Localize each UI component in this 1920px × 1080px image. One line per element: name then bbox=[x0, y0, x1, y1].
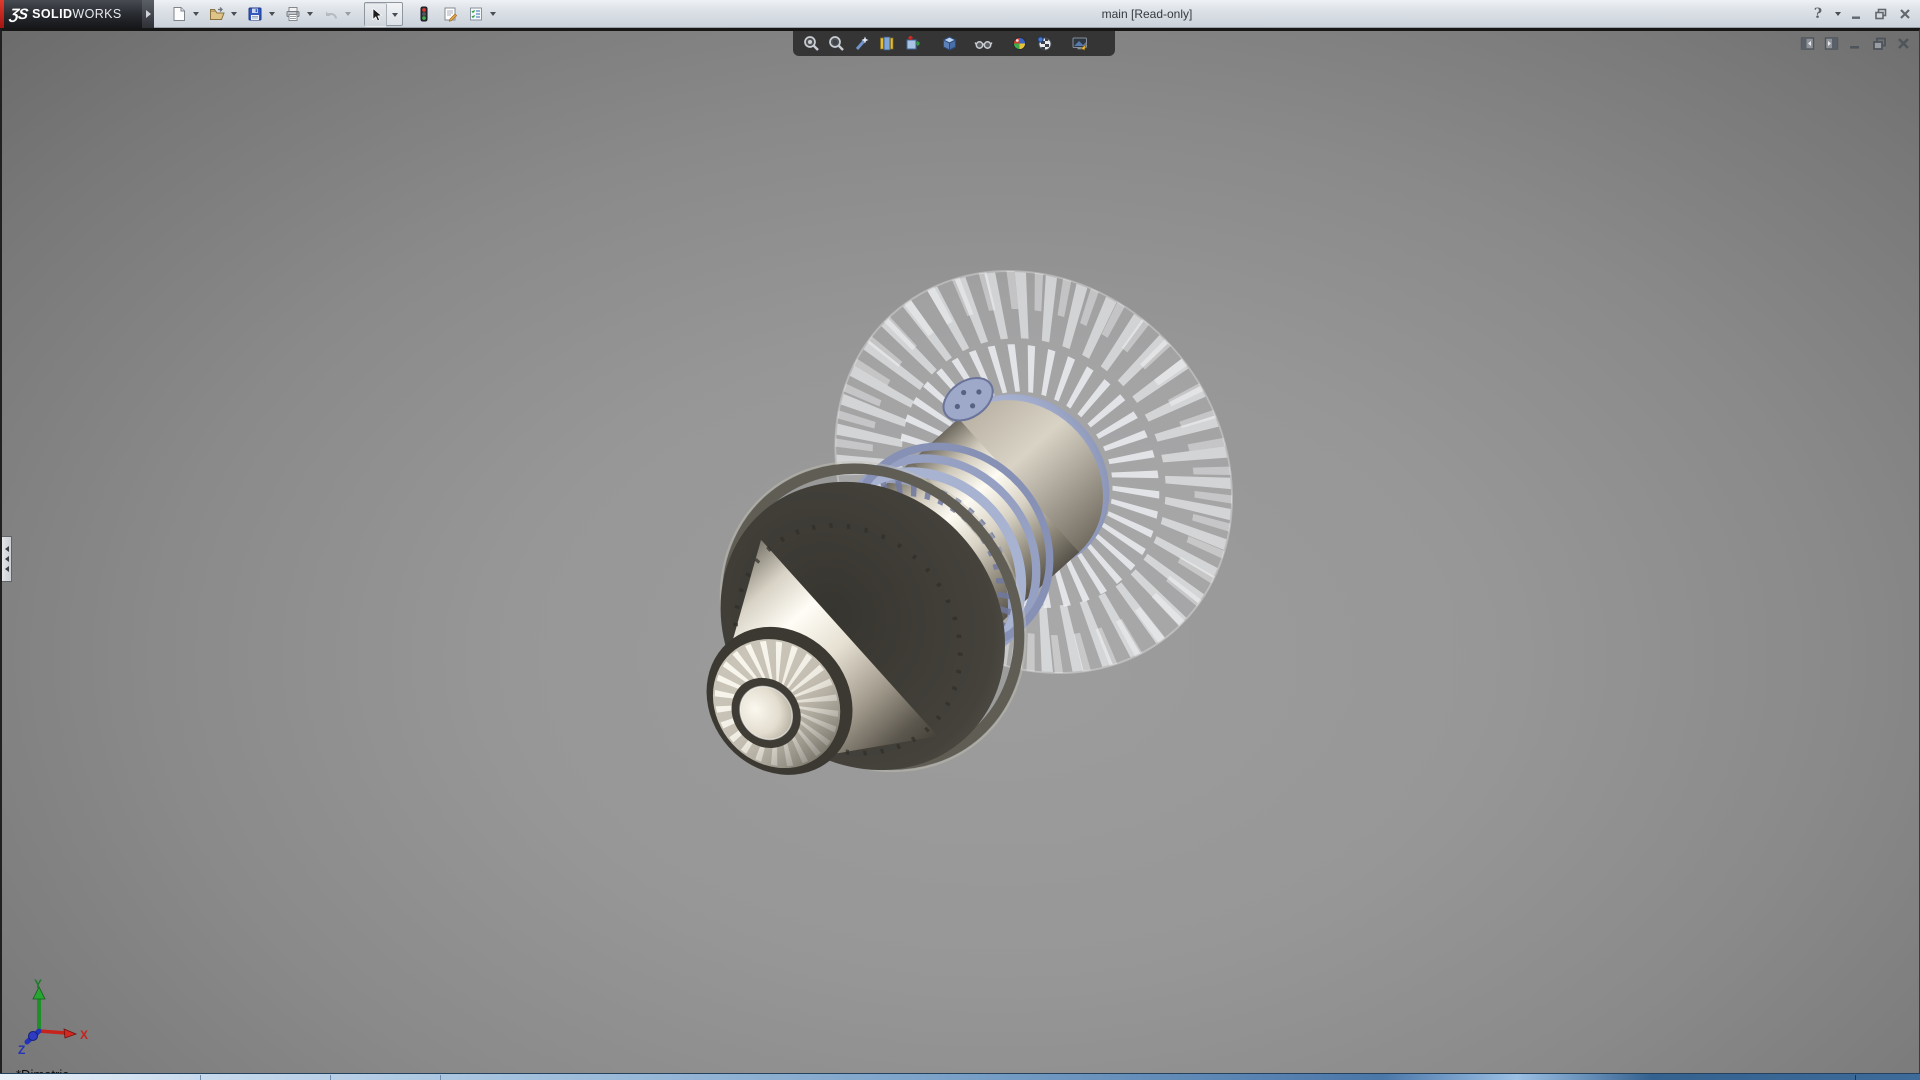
previous-view-button[interactable] bbox=[851, 34, 871, 54]
window-controls: ? bbox=[1809, 0, 1914, 28]
open-dropdown[interactable] bbox=[228, 2, 240, 26]
jet-engine-model[interactable] bbox=[587, 190, 1315, 905]
statusbar-separator bbox=[330, 1075, 331, 1080]
edit-appearance-button[interactable] bbox=[1009, 34, 1029, 54]
file-properties-icon bbox=[442, 6, 458, 22]
save-button[interactable] bbox=[244, 2, 266, 26]
statusbar-separator bbox=[1855, 1075, 1856, 1080]
hide-show-items-button[interactable] bbox=[973, 34, 993, 54]
solidworks-logo[interactable]: ƷS SOLIDWORKS bbox=[0, 0, 142, 28]
options-dropdown[interactable] bbox=[487, 2, 499, 26]
doc-restore-icon bbox=[1872, 36, 1887, 51]
display-style-cube-icon bbox=[941, 35, 958, 52]
print-button[interactable] bbox=[282, 2, 304, 26]
document-title: main [Read-only] bbox=[1062, 0, 1232, 28]
doc-close-icon bbox=[1896, 36, 1911, 51]
undo-button[interactable] bbox=[320, 2, 342, 26]
undo-arrow-icon bbox=[323, 6, 339, 22]
feature-manager-collapsed-tab[interactable] bbox=[2, 536, 12, 582]
zoom-to-area-icon bbox=[828, 35, 845, 52]
left-arrow-icon bbox=[5, 566, 9, 572]
triad-z-label: Z bbox=[18, 1043, 25, 1057]
open-folder-icon bbox=[209, 6, 225, 22]
view-orientation-icon bbox=[903, 35, 920, 52]
zoom-to-fit-icon bbox=[803, 35, 820, 52]
doc-restore-button[interactable] bbox=[1871, 35, 1888, 52]
display-style-button[interactable] bbox=[939, 34, 959, 54]
new-document-dropdown[interactable] bbox=[190, 2, 202, 26]
pane-right-icon bbox=[1824, 36, 1839, 51]
select-tool-group bbox=[364, 2, 403, 26]
section-view-icon bbox=[878, 35, 895, 52]
view-settings-button[interactable] bbox=[1070, 34, 1090, 54]
quick-access-toolbar bbox=[168, 0, 499, 28]
headsup-view-toolbar bbox=[793, 31, 1115, 56]
file-properties-button[interactable] bbox=[439, 2, 461, 26]
magic-wand-icon bbox=[853, 35, 870, 52]
doc-minimize-icon bbox=[1848, 36, 1863, 51]
open-button[interactable] bbox=[206, 2, 228, 26]
minimize-button[interactable] bbox=[1848, 4, 1866, 24]
orientation-triad: Y X Z bbox=[18, 977, 88, 1057]
triad-x-label: X bbox=[80, 1028, 88, 1042]
pane-toggle-right-button[interactable] bbox=[1823, 35, 1840, 52]
glasses-icon bbox=[974, 35, 993, 52]
section-view-button[interactable] bbox=[876, 34, 896, 54]
help-dropdown[interactable] bbox=[1833, 12, 1842, 16]
document-window-controls bbox=[1799, 35, 1912, 52]
doc-minimize-button[interactable] bbox=[1847, 35, 1864, 52]
logo-text-light: WORKS bbox=[72, 7, 121, 21]
titlebar: ƷS SOLIDWORKS bbox=[0, 0, 1920, 28]
statusbar-separator bbox=[440, 1075, 441, 1080]
left-arrow-icon bbox=[5, 546, 9, 552]
restore-icon bbox=[1874, 7, 1888, 21]
pane-left-icon bbox=[1800, 36, 1815, 51]
select-tool-button[interactable] bbox=[365, 3, 387, 27]
doc-close-button[interactable] bbox=[1895, 35, 1912, 52]
view-orientation-button[interactable] bbox=[901, 34, 921, 54]
printer-icon bbox=[285, 6, 301, 22]
view-settings-icon bbox=[1071, 35, 1089, 52]
options-button[interactable] bbox=[465, 2, 487, 26]
select-tool-dropdown[interactable] bbox=[387, 3, 402, 27]
right-arrow-icon bbox=[146, 10, 151, 18]
model-canvas[interactable]: Y X Z bbox=[2, 31, 1919, 1073]
minimize-icon bbox=[1850, 7, 1864, 21]
statusbar-edge bbox=[0, 1073, 1920, 1080]
triad-y-label: Y bbox=[34, 977, 42, 991]
zoom-to-area-button[interactable] bbox=[826, 34, 846, 54]
options-checklist-icon bbox=[468, 6, 484, 22]
close-button[interactable] bbox=[1896, 4, 1914, 24]
help-button[interactable]: ? bbox=[1809, 4, 1827, 24]
new-document-button[interactable] bbox=[168, 2, 190, 26]
graphics-viewport[interactable]: Y X Z bbox=[0, 28, 1920, 1073]
save-floppy-icon bbox=[247, 6, 263, 22]
logo-text-bold: SOLID bbox=[32, 7, 72, 21]
save-dropdown[interactable] bbox=[266, 2, 278, 26]
traffic-light-icon bbox=[416, 6, 432, 22]
scene-sphere-icon bbox=[1036, 35, 1053, 52]
statusbar-separator bbox=[200, 1075, 201, 1080]
cursor-arrow-icon bbox=[368, 7, 384, 23]
solidworks-window: { "titlebar": { "logo": { "glyph": "ƷS",… bbox=[0, 0, 1920, 1080]
help-icon: ? bbox=[1814, 6, 1822, 22]
zoom-to-fit-button[interactable] bbox=[801, 34, 821, 54]
solidworks-glyph-icon: ƷS bbox=[9, 6, 29, 23]
print-dropdown[interactable] bbox=[304, 2, 316, 26]
appearance-sphere-icon bbox=[1011, 35, 1028, 52]
close-icon bbox=[1898, 7, 1912, 21]
left-arrow-icon bbox=[5, 556, 9, 562]
menu-flyout-arrow[interactable] bbox=[142, 0, 154, 28]
new-document-icon bbox=[171, 6, 187, 22]
logo-red-stripe bbox=[0, 0, 4, 28]
pane-toggle-left-button[interactable] bbox=[1799, 35, 1816, 52]
undo-dropdown[interactable] bbox=[342, 2, 354, 26]
rebuild-button[interactable] bbox=[413, 2, 435, 26]
apply-scene-button[interactable] bbox=[1034, 34, 1054, 54]
restore-button[interactable] bbox=[1872, 4, 1890, 24]
